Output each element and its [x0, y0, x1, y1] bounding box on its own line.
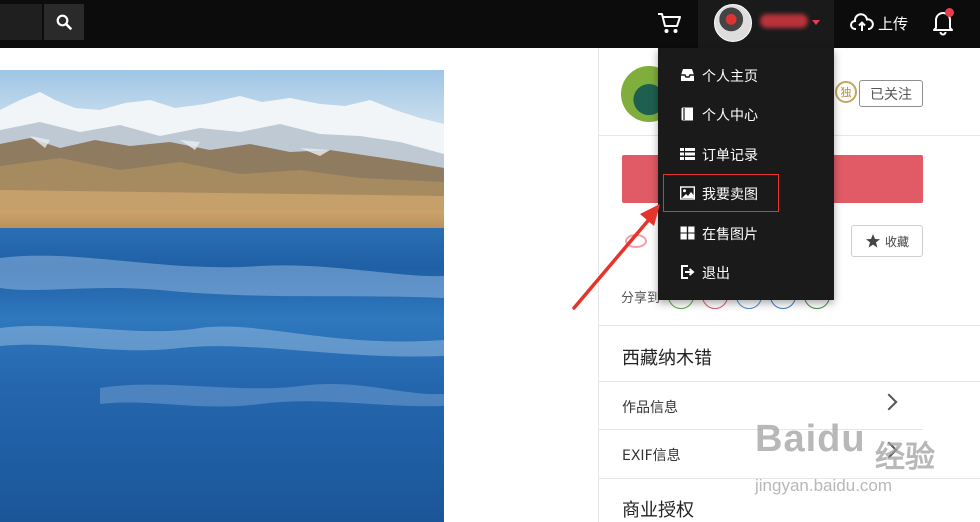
- user-avatar: [714, 4, 752, 42]
- menu-item-label: 个人主页: [702, 69, 758, 85]
- photo-title: 西藏纳木错: [622, 348, 712, 369]
- photo-ice-patterns: [0, 255, 444, 407]
- favorite-button[interactable]: 收藏: [851, 225, 923, 257]
- inbox-icon: [681, 69, 694, 81]
- list-icon: [680, 148, 695, 160]
- menu-item-account-center[interactable]: 个人中心: [658, 96, 834, 132]
- search-input[interactable]: [0, 4, 42, 40]
- exclusive-badge: 独: [835, 81, 857, 103]
- work-info-label: 作品信息: [622, 400, 678, 416]
- search-button[interactable]: [44, 4, 84, 40]
- username-blurred: [760, 14, 808, 28]
- grid-icon: [680, 226, 695, 240]
- top-navbar: 上传: [0, 0, 980, 48]
- page: 上传 独 已关注 收藏 分享到 西藏纳木错 作品信息 EXIF信息 商业授权 个…: [0, 0, 980, 522]
- upload-label: 上传: [878, 14, 909, 33]
- user-menu-toggle[interactable]: [698, 0, 834, 48]
- watermark-brand-cn: 经验: [875, 440, 935, 475]
- watermark: Baidu 经验 jingyan.baidu.com: [755, 418, 970, 498]
- notification-dot: [945, 8, 954, 17]
- menu-item-label: 在售图片: [702, 227, 758, 243]
- sign-out-icon: [681, 265, 695, 279]
- notification-button[interactable]: [930, 8, 958, 36]
- menu-item-images-on-sale[interactable]: 在售图片: [658, 215, 834, 251]
- follow-button[interactable]: 已关注: [859, 80, 923, 107]
- watermark-brand: Baidu: [755, 418, 866, 460]
- search-icon: [56, 14, 72, 30]
- cloud-upload-icon: [850, 13, 874, 31]
- menu-item-logout[interactable]: 退出: [658, 254, 834, 290]
- menu-item-label: 退出: [702, 266, 730, 282]
- cart-icon: [658, 13, 681, 33]
- menu-item-profile[interactable]: 个人主页: [658, 57, 834, 93]
- menu-item-label: 订单记录: [702, 148, 758, 164]
- cart-button[interactable]: [652, 8, 686, 38]
- watermark-url: jingyan.baidu.com: [755, 476, 893, 495]
- book-icon: [681, 107, 693, 121]
- star-icon: [865, 234, 880, 248]
- upload-button[interactable]: 上传: [850, 10, 908, 36]
- favorite-label: 收藏: [884, 234, 909, 249]
- annotation-highlight-box: [663, 174, 779, 212]
- chevron-right-icon: [880, 393, 898, 411]
- main-photo[interactable]: [0, 70, 444, 522]
- menu-item-orders[interactable]: 订单记录: [658, 136, 834, 172]
- chevron-down-icon: [812, 20, 820, 25]
- annotation-arrow: [572, 204, 660, 310]
- divider: [599, 325, 980, 326]
- license-title: 商业授权: [622, 500, 694, 521]
- menu-item-label: 个人中心: [702, 108, 758, 124]
- exif-info-label: EXIF信息: [622, 448, 681, 464]
